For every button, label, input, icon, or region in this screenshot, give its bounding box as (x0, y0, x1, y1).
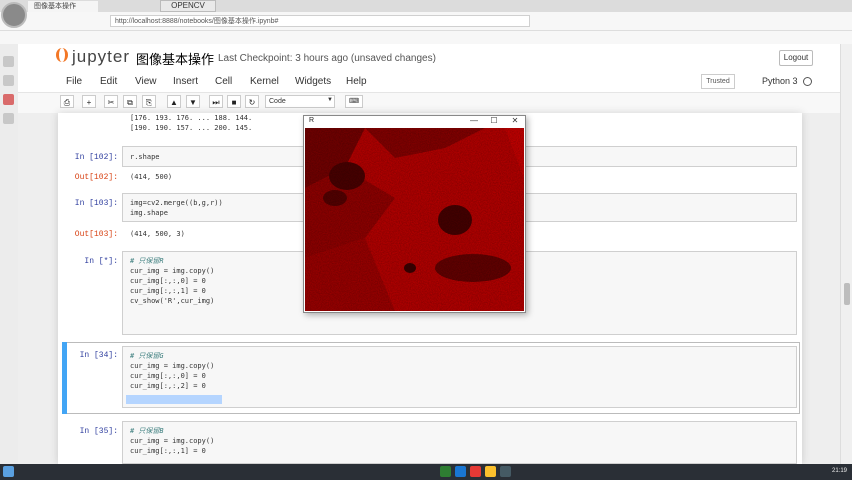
cell-in-prompt: In [103]: (74, 199, 118, 208)
code-line: cur_img[:,:,0] = 0 (130, 372, 206, 380)
run-cell-button[interactable]: ⏭ (209, 95, 223, 108)
minimize-icon[interactable]: — (468, 116, 480, 125)
code-comment: # 只保留B (130, 427, 164, 435)
sidebar-settings-icon[interactable] (3, 113, 14, 124)
jupyter-logo-text[interactable]: jupyter (72, 47, 130, 67)
overlay-label: OPENCV (160, 0, 216, 12)
insert-cell-button[interactable]: + (82, 95, 96, 108)
kernel-name: Python 3 (762, 76, 798, 86)
jupyter-logo-icon (56, 48, 68, 62)
taskbar-app-icon[interactable] (440, 466, 451, 477)
menu-kernel[interactable]: Kernel (250, 76, 279, 87)
close-icon[interactable]: ✕ (509, 116, 521, 125)
code-cell-input[interactable] (122, 421, 797, 464)
code-line: img.shape (130, 209, 168, 217)
taskbar-app-icon[interactable] (500, 466, 511, 477)
cut-cell-button[interactable]: ✂ (104, 95, 118, 108)
chevron-down-icon: ▼ (327, 97, 333, 103)
cell-out-prompt: Out[102]: (74, 173, 118, 182)
browser-tab[interactable]: 图像基本操作 (28, 1, 98, 12)
code-line: cur_img[:,:,1] = 0 (130, 447, 206, 455)
output-line: [176. 193. 176. ... 188. 144. (130, 114, 253, 122)
cell-in-prompt: In [34]: (79, 351, 118, 360)
cell-output: (414, 500, 3) (130, 230, 185, 238)
notebook-title[interactable]: 图像基本操作 (136, 49, 214, 68)
save-button[interactable]: ⎙ (60, 95, 74, 108)
taskbar-app-icon[interactable] (485, 466, 496, 477)
code-comment: # 只保留R (130, 257, 164, 265)
paste-cell-button[interactable]: ⎘ (142, 95, 156, 108)
copy-cell-button[interactable]: ⧉ (123, 95, 137, 108)
bookmarks-bar (0, 31, 852, 45)
output-line: [190. 190. 157. ... 200. 145. (130, 124, 253, 132)
taskbar-clock: 21:19 (832, 468, 848, 474)
code-line: cur_img[:,:,2] = 0 (130, 382, 206, 390)
code-line: cur_img = img.copy() (130, 362, 215, 370)
menu-file[interactable]: File (66, 76, 82, 87)
code-comment: # 只保留G (130, 352, 164, 360)
cell-in-prompt: In [102]: (74, 153, 118, 162)
right-sidebar (840, 44, 852, 464)
trusted-indicator[interactable]: Trusted (701, 74, 735, 89)
menu-cell[interactable]: Cell (215, 76, 232, 87)
code-line: img=cv2.merge((b,g,r)) (130, 199, 223, 207)
taskbar-app-icon[interactable] (470, 466, 481, 477)
code-line: cv_show('R',cur_img) (130, 297, 215, 305)
start-icon[interactable] (3, 466, 14, 477)
kernel-status-icon (803, 77, 812, 86)
move-down-button[interactable]: ▼ (186, 95, 200, 108)
selected-cell-indicator (62, 342, 67, 414)
text-selection-highlight (126, 395, 222, 404)
cell-type-select[interactable]: Code (265, 95, 335, 108)
sidebar-bookmark-icon[interactable] (3, 56, 14, 67)
code-line: r.shape (130, 153, 160, 161)
menu-widgets[interactable]: Widgets (295, 76, 331, 87)
move-up-button[interactable]: ▲ (167, 95, 181, 108)
menu-edit[interactable]: Edit (100, 76, 117, 87)
code-line: cur_img[:,:,1] = 0 (130, 287, 206, 295)
menu-help[interactable]: Help (346, 76, 367, 87)
code-line: cur_img[:,:,0] = 0 (130, 277, 206, 285)
cell-in-prompt: In [35]: (79, 427, 118, 436)
user-avatar[interactable] (1, 2, 27, 28)
code-line: cur_img = img.copy() (130, 267, 215, 275)
cell-output: (414, 500) (130, 173, 173, 181)
restart-kernel-button[interactable]: ↻ (245, 95, 259, 108)
cell-in-prompt: In [*]: (84, 257, 118, 266)
url-input[interactable]: http://localhost:8888/notebooks/图像基本操作.i… (110, 15, 530, 27)
scrollbar-thumb[interactable] (844, 283, 850, 305)
logout-button[interactable]: Logout (779, 50, 813, 66)
code-line: cur_img = img.copy() (130, 437, 215, 445)
windows-taskbar (0, 464, 852, 480)
browser-tab-bar (0, 0, 852, 12)
menu-view[interactable]: View (135, 76, 157, 87)
sidebar-weibo-icon[interactable] (3, 94, 14, 105)
red-channel-image (305, 128, 524, 311)
sidebar-history-icon[interactable] (3, 75, 14, 86)
taskbar-app-icon[interactable] (455, 466, 466, 477)
maximize-icon[interactable]: ☐ (488, 116, 500, 125)
keyboard-shortcuts-button[interactable]: ⌨ (345, 95, 363, 108)
cell-out-prompt: Out[103]: (74, 230, 118, 239)
image-window-title: R (309, 117, 315, 124)
code-cell-input[interactable] (122, 346, 797, 408)
menu-insert[interactable]: Insert (173, 76, 198, 87)
interrupt-kernel-button[interactable]: ■ (227, 95, 241, 108)
checkpoint-status: Last Checkpoint: 3 hours ago (unsaved ch… (218, 53, 436, 64)
left-sidebar (0, 44, 19, 464)
